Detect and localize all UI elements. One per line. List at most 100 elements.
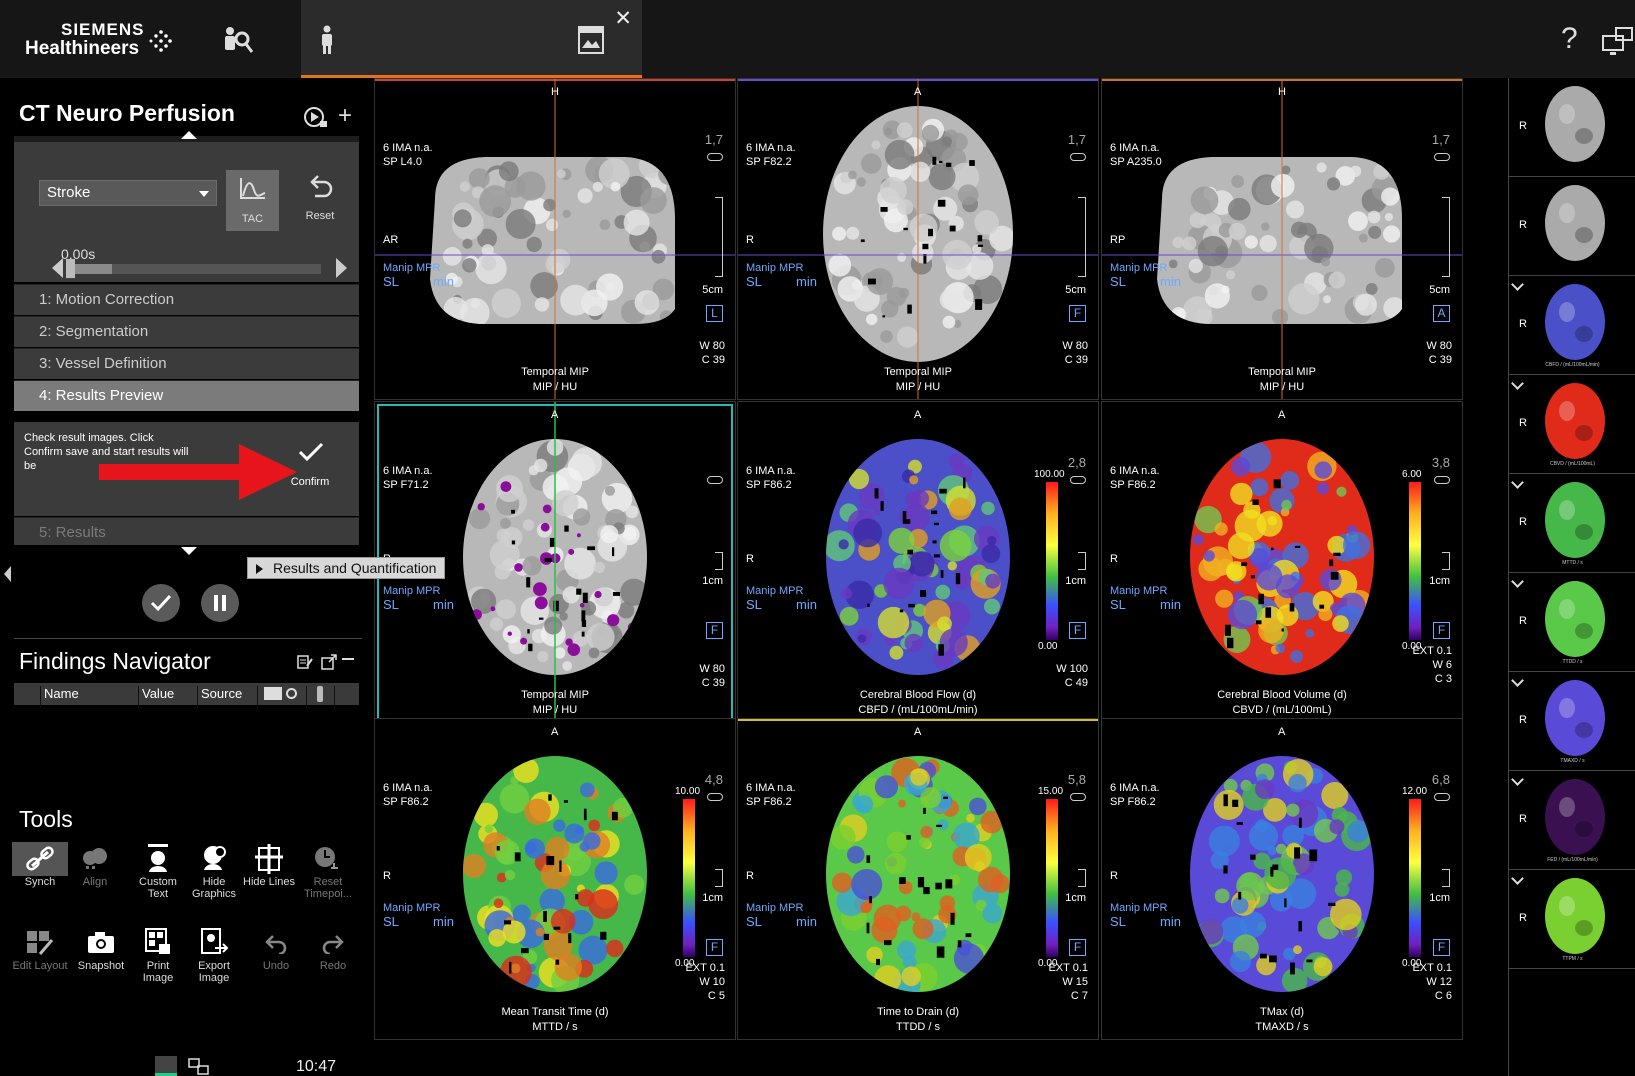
- orientation-box[interactable]: F: [706, 939, 723, 956]
- orientation-box[interactable]: F: [1433, 622, 1450, 639]
- workflow-play-icon[interactable]: [304, 106, 328, 133]
- image-column-icon[interactable]: [264, 687, 282, 700]
- synch-tool[interactable]: Synch: [12, 842, 68, 912]
- scroll-down-icon[interactable]: [181, 547, 197, 555]
- series-thumbnail[interactable]: R TMAXD / s: [1509, 672, 1635, 771]
- orientation-box[interactable]: A: [1433, 305, 1450, 322]
- link-icon[interactable]: [707, 476, 723, 484]
- patient-tab[interactable]: ✕: [301, 0, 642, 78]
- confirm-button[interactable]: Confirm: [282, 434, 338, 494]
- pause-button[interactable]: [201, 584, 239, 622]
- findings-popout-icon[interactable]: [321, 654, 337, 675]
- series-thumbnail[interactable]: R TTDD / s: [1509, 573, 1635, 672]
- reset-timepoint-icon: [300, 842, 356, 876]
- image-info-1: 6 IMA n.a.: [1110, 782, 1160, 794]
- workflow-step-2[interactable]: 2: Segmentation: [14, 316, 359, 347]
- link-icon[interactable]: [1434, 153, 1450, 161]
- brain-image[interactable]: [375, 79, 736, 400]
- findings-navigator-title: Findings Navigator: [19, 648, 211, 674]
- link-icon[interactable]: [1070, 476, 1086, 484]
- viewport[interactable]: A R 6 IMA n.a. SP F86.2 Manip MPR SL min…: [737, 401, 1099, 723]
- edit-layout-tool[interactable]: Edit Layout: [12, 926, 68, 996]
- report-icon[interactable]: [578, 26, 604, 59]
- image-subcaption: MIP / HU: [1259, 381, 1305, 393]
- viewport[interactable]: A R 6 IMA n.a. SP F86.2 Manip MPR SL min…: [737, 718, 1099, 1040]
- orientation-box[interactable]: F: [1069, 939, 1086, 956]
- orientation-box[interactable]: F: [706, 622, 723, 639]
- accept-button[interactable]: [142, 584, 180, 622]
- series-thumbnail[interactable]: R CBVD / (mL/100mL): [1509, 375, 1635, 474]
- tac-curve-icon: [240, 178, 266, 199]
- viewport[interactable]: A R 6 IMA n.a. SP F86.2 Manip MPR SL min…: [374, 718, 736, 1040]
- orientation-box[interactable]: F: [1069, 305, 1086, 322]
- series-thumbnail[interactable]: R CBFD / (mL/100mL/min): [1509, 276, 1635, 375]
- tac-button[interactable]: TAC: [226, 170, 279, 231]
- column-value[interactable]: Value: [142, 686, 174, 701]
- export-image-tool[interactable]: Export Image: [186, 926, 242, 996]
- viewport[interactable]: H RP 6 IMA n.a. SP A235.0 Manip MPR SL m…: [1101, 78, 1463, 400]
- viewport[interactable]: A R 6 IMA n.a. SP F86.2 Manip MPR SL min…: [1101, 718, 1463, 1040]
- orientation-left: R: [383, 870, 391, 882]
- time-column-icon[interactable]: [286, 688, 297, 699]
- slab-mode: min: [796, 274, 817, 289]
- brain-image[interactable]: [738, 79, 1099, 400]
- viewport[interactable]: H AR 6 IMA n.a. SP L4.0 Manip MPR SL min…: [374, 78, 736, 400]
- collapse-panel-icon[interactable]: [4, 566, 11, 582]
- link-icon[interactable]: [707, 793, 723, 801]
- reset-button[interactable]: Reset: [296, 170, 344, 230]
- image-subcaption: MIP / HU: [532, 381, 578, 393]
- time-slider[interactable]: [66, 259, 321, 279]
- redo-tool[interactable]: Redo: [305, 926, 361, 996]
- help-icon[interactable]: ?: [1561, 22, 1578, 56]
- brain-image[interactable]: [1102, 79, 1463, 400]
- link-icon[interactable]: [1434, 793, 1450, 801]
- orientation-box[interactable]: F: [1433, 939, 1450, 956]
- column-source[interactable]: Source: [201, 686, 242, 701]
- close-tab-icon[interactable]: ✕: [614, 6, 632, 31]
- workflow-step-4[interactable]: 4: Results Preview: [14, 380, 359, 411]
- protocol-select[interactable]: Stroke: [39, 180, 217, 206]
- link-icon[interactable]: [1070, 153, 1086, 161]
- findings-minimize-icon[interactable]: [342, 658, 354, 660]
- column-name[interactable]: Name: [44, 686, 79, 701]
- monitor-icon[interactable]: [1602, 26, 1634, 61]
- brain-image[interactable]: [738, 402, 1099, 723]
- workflow-step-3[interactable]: 3: Vessel Definition: [14, 348, 359, 379]
- link-icon[interactable]: [1434, 476, 1450, 484]
- orientation-box[interactable]: F: [1069, 622, 1086, 639]
- findings-edit-icon[interactable]: [297, 654, 313, 675]
- manip-mpr-label: Manip MPR: [383, 262, 441, 274]
- hide-lines-tool[interactable]: Hide Lines: [241, 842, 297, 912]
- image-info-1: 6 IMA n.a.: [746, 782, 796, 794]
- person-column-icon[interactable]: [317, 686, 323, 702]
- brain-image[interactable]: [375, 719, 736, 1040]
- series-thumbnail[interactable]: R TTPM / s: [1509, 870, 1635, 969]
- series-thumbnail[interactable]: R MTTD / s: [1509, 474, 1635, 573]
- series-thumbnail[interactable]: R: [1509, 177, 1635, 276]
- print-image-tool[interactable]: Print Image: [130, 926, 186, 996]
- patient-browser-icon[interactable]: [222, 26, 254, 61]
- series-thumbnail[interactable]: R: [1509, 78, 1635, 177]
- scale-bar: [1442, 197, 1450, 277]
- orientation-box[interactable]: L: [706, 305, 723, 322]
- align-tool[interactable]: Align: [67, 842, 123, 912]
- snapshot-tool[interactable]: Snapshot: [73, 926, 129, 996]
- viewport[interactable]: A R 6 IMA n.a. SP F82.2 Manip MPR SL min…: [737, 78, 1099, 400]
- scroll-up-icon[interactable]: [181, 131, 197, 139]
- undo-tool[interactable]: Undo: [248, 926, 304, 996]
- add-icon[interactable]: +: [338, 102, 352, 130]
- time-prev-icon[interactable]: [52, 258, 63, 278]
- time-slider-thumb[interactable]: [66, 259, 75, 279]
- custom-text-tool[interactable]: Custom Text: [130, 842, 186, 912]
- viewport[interactable]: A R 6 IMA n.a. SP F86.2 Manip MPR SL min…: [1101, 401, 1463, 723]
- series-thumbnail[interactable]: R FED / (mL/100mL/min): [1509, 771, 1635, 870]
- brain-image[interactable]: [738, 719, 1099, 1040]
- time-next-icon[interactable]: [336, 258, 347, 278]
- hide-graphics-tool[interactable]: Hide Graphics: [186, 842, 242, 912]
- reset-timepoint-tool[interactable]: Reset Timepoi...: [300, 842, 356, 912]
- workflow-step-1[interactable]: 1: Motion Correction: [14, 284, 359, 315]
- tooltip-text: Results and Quantification: [273, 560, 437, 576]
- link-icon[interactable]: [707, 153, 723, 161]
- image-subcaption: TMAXD / s: [1255, 1021, 1309, 1033]
- link-icon[interactable]: [1070, 793, 1086, 801]
